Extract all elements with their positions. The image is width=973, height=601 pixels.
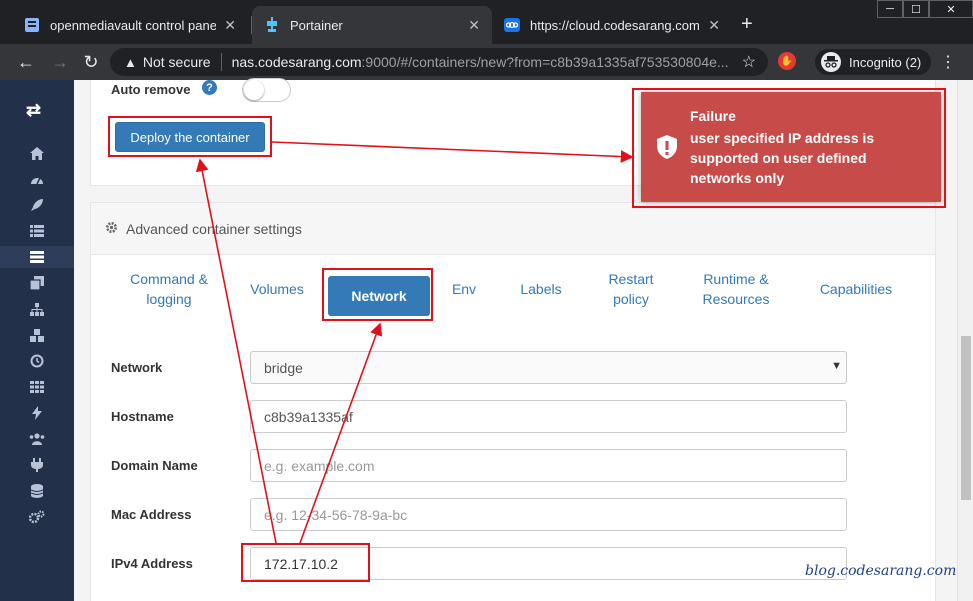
domain-name-input[interactable]: e.g. example.com bbox=[250, 449, 847, 482]
network-select[interactable]: bridge ▼ bbox=[250, 351, 847, 384]
back-icon[interactable]: ← bbox=[14, 50, 38, 74]
bolt-icon[interactable] bbox=[29, 405, 45, 421]
network-value: bridge bbox=[264, 359, 303, 376]
hostname-input[interactable]: c8b39a1335af bbox=[250, 400, 847, 433]
toggle-knob bbox=[244, 80, 264, 100]
dashboard-icon[interactable] bbox=[29, 171, 45, 187]
grid-icon[interactable] bbox=[29, 379, 45, 395]
ipv4-highlight-box bbox=[241, 543, 370, 582]
ipv4-address-label: IPv4 Address bbox=[111, 556, 193, 571]
chevron-down-icon: ▼ bbox=[831, 360, 842, 372]
close-icon[interactable]: ✕ bbox=[224, 17, 236, 34]
nextcloud-icon bbox=[504, 17, 520, 33]
url-host: nas.codesarang.com bbox=[231, 54, 362, 70]
server-icon[interactable] bbox=[0, 246, 74, 268]
advanced-settings-header: Advanced container settings bbox=[91, 203, 935, 255]
history-icon[interactable] bbox=[29, 353, 45, 369]
domain-name-label: Domain Name bbox=[111, 458, 198, 473]
reload-icon[interactable]: ↻ bbox=[79, 50, 103, 74]
browser-toolbar: ← → ↻ ▲ Not secure nas.codesarang.com :9… bbox=[0, 44, 973, 80]
mac-address-input[interactable]: e.g. 12-34-56-78-9a-bc bbox=[250, 498, 847, 531]
window-controls: ─ ☐ ✕ bbox=[877, 0, 973, 18]
advanced-settings-title: Advanced container settings bbox=[126, 220, 302, 237]
tab-strip: openmediavault control panel - c ✕ Porta… bbox=[0, 0, 973, 44]
toast-highlight-box bbox=[632, 88, 946, 208]
database-icon[interactable] bbox=[29, 483, 45, 499]
tab-title: Portainer bbox=[290, 17, 343, 33]
omv-icon bbox=[24, 17, 40, 33]
tab-restart-policy[interactable]: Restart policy bbox=[596, 269, 666, 309]
extension-stop-icon[interactable]: ✋ bbox=[778, 52, 796, 70]
tab-runtime-resources[interactable]: Runtime & Resources bbox=[686, 269, 786, 309]
deploy-highlight-box bbox=[108, 116, 272, 157]
omnibox-divider bbox=[220, 53, 222, 71]
domain-placeholder: e.g. example.com bbox=[264, 457, 375, 474]
maximize-button[interactable]: ☐ bbox=[903, 0, 929, 18]
close-icon[interactable]: ✕ bbox=[468, 17, 480, 34]
home-icon[interactable] bbox=[29, 145, 45, 161]
tab-title: openmediavault control panel - c bbox=[50, 17, 217, 33]
rocket-icon[interactable] bbox=[29, 197, 45, 213]
forward-icon[interactable]: → bbox=[48, 50, 72, 74]
tab-portainer[interactable]: Portainer ✕ bbox=[252, 6, 492, 44]
network-label: Network bbox=[111, 360, 163, 375]
portainer-icon bbox=[264, 17, 280, 33]
url-path: :9000/#/containers/new?from=c8b39a1335af… bbox=[361, 54, 729, 70]
hostname-label: Hostname bbox=[111, 409, 174, 424]
network-tab-highlight-box bbox=[322, 268, 433, 321]
security-label: Not secure bbox=[142, 54, 211, 70]
scrollbar-thumb[interactable] bbox=[961, 336, 971, 500]
mac-address-label: Mac Address bbox=[111, 507, 192, 522]
incognito-label: Incognito (2) bbox=[849, 54, 922, 70]
bookmark-star-icon[interactable]: ☆ bbox=[742, 52, 756, 72]
incognito-icon bbox=[821, 52, 841, 72]
watermark: blog.codesarang.com bbox=[805, 563, 957, 579]
warning-icon: ▲ bbox=[124, 54, 137, 70]
tab-openmediavault[interactable]: openmediavault control panel - c ✕ bbox=[12, 6, 248, 44]
page-scrollbar[interactable] bbox=[957, 80, 973, 601]
hostname-value: c8b39a1335af bbox=[264, 408, 353, 425]
minimize-button[interactable]: ─ bbox=[877, 0, 903, 18]
sidebar: ⇄ bbox=[0, 80, 74, 601]
mac-placeholder: e.g. 12-34-56-78-9a-bc bbox=[264, 506, 408, 523]
gear-icon bbox=[105, 221, 118, 237]
copy-icon[interactable] bbox=[29, 275, 45, 291]
advanced-settings-panel: Advanced container settings Command & lo… bbox=[90, 202, 936, 601]
tab-capabilities[interactable]: Capabilities bbox=[806, 279, 906, 299]
cubes-icon[interactable] bbox=[29, 327, 45, 343]
help-icon[interactable]: ? bbox=[202, 80, 217, 95]
plug-icon[interactable] bbox=[29, 457, 45, 473]
tab-command-logging[interactable]: Command & logging bbox=[129, 269, 209, 309]
address-bar[interactable]: ▲ Not secure nas.codesarang.com :9000/#/… bbox=[110, 48, 768, 76]
incognito-badge[interactable]: Incognito (2) bbox=[815, 49, 932, 75]
tab-labels[interactable]: Labels bbox=[513, 279, 569, 299]
menu-kebab-icon[interactable]: ⋮ bbox=[940, 52, 956, 72]
window-close-button[interactable]: ✕ bbox=[929, 0, 973, 18]
tab-volumes[interactable]: Volumes bbox=[241, 279, 313, 299]
list-icon[interactable] bbox=[29, 223, 45, 239]
close-icon[interactable]: ✕ bbox=[708, 17, 720, 34]
tab-title: https://cloud.codesarang.com bbox=[530, 17, 700, 33]
new-tab-button[interactable]: + bbox=[741, 14, 753, 34]
auto-remove-label: Auto remove bbox=[111, 82, 191, 97]
swap-icon[interactable]: ⇄ bbox=[26, 100, 41, 121]
auto-remove-toggle[interactable] bbox=[242, 78, 291, 102]
tab-env[interactable]: Env bbox=[446, 279, 482, 299]
cogs-icon[interactable] bbox=[29, 509, 45, 525]
users-icon[interactable] bbox=[29, 431, 45, 447]
tab-nextcloud[interactable]: https://cloud.codesarang.com ✕ bbox=[492, 6, 732, 44]
sitemap-icon[interactable] bbox=[29, 301, 45, 317]
